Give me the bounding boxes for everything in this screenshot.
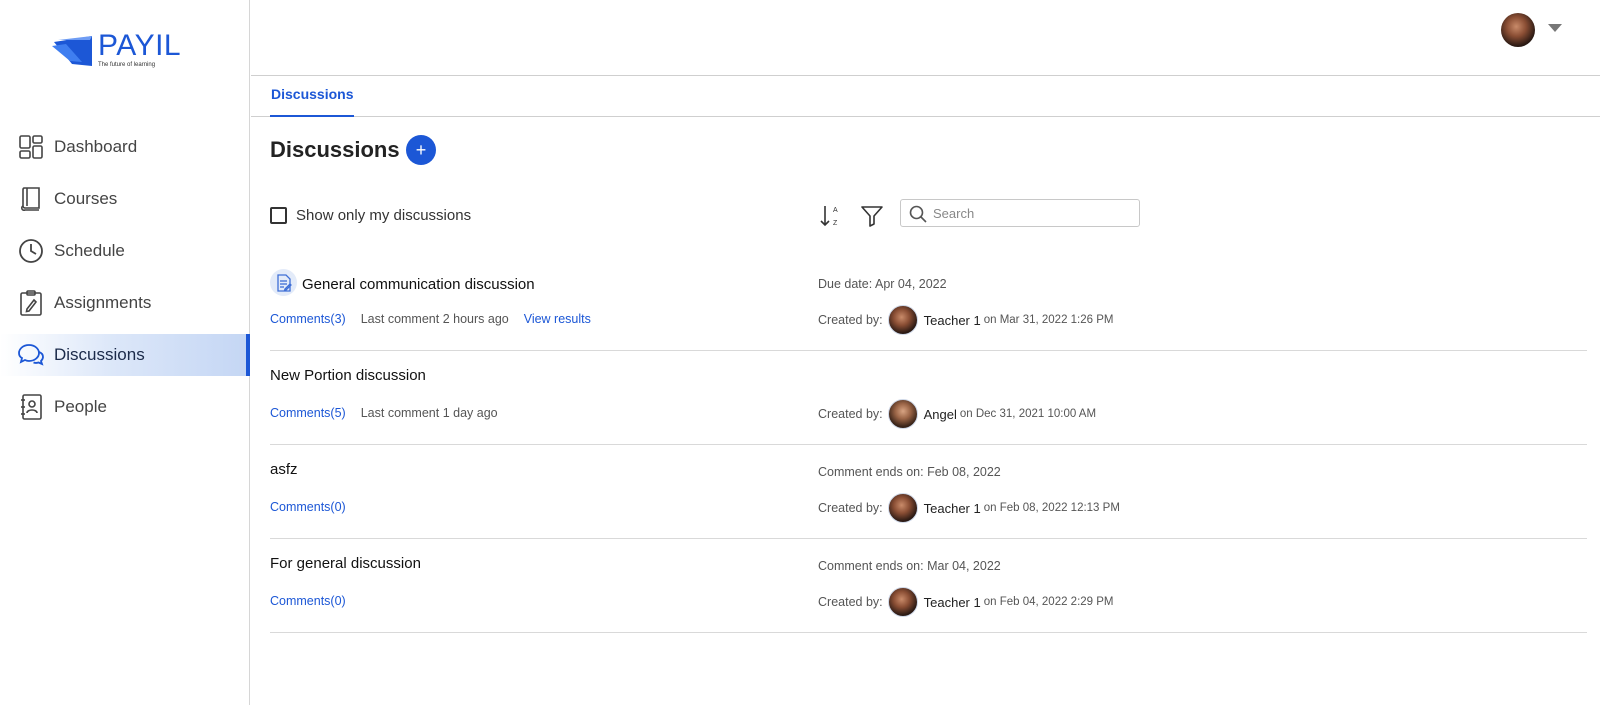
discussion-row[interactable]: General communication discussion Comment… xyxy=(270,257,1587,351)
search-icon xyxy=(909,205,927,223)
search-input[interactable] xyxy=(933,203,1133,223)
discussion-title-text: For general discussion xyxy=(270,555,421,572)
created-by: Created by: Angel on Dec 31, 2021 10:00 … xyxy=(818,399,1096,429)
top-bar xyxy=(251,0,1600,76)
creator-name: Teacher 1 xyxy=(923,312,981,328)
discussion-row[interactable]: asfz Comments(0) Comment ends on: Feb 08… xyxy=(270,445,1587,539)
creator-avatar xyxy=(887,305,918,335)
sidebar-item-discussions[interactable]: Discussions xyxy=(0,334,250,376)
discussion-list: General communication discussion Comment… xyxy=(270,257,1587,633)
comments-link[interactable]: Comments(0) xyxy=(270,500,346,514)
sidebar-item-label: People xyxy=(54,397,107,416)
view-results-link[interactable]: View results xyxy=(524,312,591,326)
sidebar-item-people[interactable]: People xyxy=(0,386,250,428)
created-by: Created by: Teacher 1 on Feb 08, 2022 12… xyxy=(818,493,1120,523)
show-my-discussions-checkbox[interactable] xyxy=(270,207,287,224)
logo-mark-icon xyxy=(52,36,92,66)
sidebar-item-label: Assignments xyxy=(54,293,152,312)
logo-text: PAYIL xyxy=(98,29,182,62)
sidebar-nav: Dashboard Courses Schedule Assignments D… xyxy=(0,126,250,438)
filter-bar: Show only my discussions A Z xyxy=(270,199,1590,229)
contact-book-icon xyxy=(16,392,46,422)
created-by: Created by: Teacher 1 on Feb 04, 2022 2:… xyxy=(818,587,1114,617)
sidebar-item-label: Discussions xyxy=(54,345,145,364)
created-on-text: on Dec 31, 2021 10:00 AM xyxy=(959,408,1097,420)
last-comment-text: Last comment 2 hours ago xyxy=(360,312,509,326)
discussion-title-text: asfz xyxy=(270,461,298,478)
chat-bubbles-icon xyxy=(16,340,46,370)
book-icon xyxy=(16,184,46,214)
sidebar-item-assignments[interactable]: Assignments xyxy=(0,282,250,324)
last-comment-text: Last comment 1 day ago xyxy=(360,406,498,420)
sidebar-item-schedule[interactable]: Schedule xyxy=(0,230,250,272)
discussion-meta: Comments(0) xyxy=(270,594,346,608)
creator-name: Teacher 1 xyxy=(923,500,981,516)
comment-ends-text: Comment ends on: Feb 08, 2022 xyxy=(818,465,1001,479)
comments-link[interactable]: Comments(0) xyxy=(270,594,346,608)
sort-az-icon[interactable]: A Z xyxy=(818,203,842,229)
creator-avatar xyxy=(887,493,918,523)
created-by-label: Created by: xyxy=(818,501,883,515)
created-by-label: Created by: xyxy=(818,595,883,609)
tab-discussions[interactable]: Discussions xyxy=(270,76,355,117)
discussion-title-text: General communication discussion xyxy=(302,276,535,293)
document-icon xyxy=(270,269,297,296)
comments-link[interactable]: Comments(3) xyxy=(270,312,346,326)
created-on-text: on Mar 31, 2022 1:26 PM xyxy=(983,314,1114,326)
discussion-row[interactable]: For general discussion Comments(0) Comme… xyxy=(270,539,1587,633)
add-discussion-button[interactable]: + xyxy=(406,135,436,165)
creator-avatar xyxy=(887,399,918,429)
svg-text:A: A xyxy=(833,207,838,214)
clock-icon xyxy=(16,236,46,266)
comments-link[interactable]: Comments(5) xyxy=(270,406,346,420)
sidebar-item-label: Schedule xyxy=(54,241,125,260)
created-on-text: on Feb 08, 2022 12:13 PM xyxy=(983,502,1120,514)
due-date-text: Due date: Apr 04, 2022 xyxy=(818,277,947,291)
discussion-title[interactable]: New Portion discussion xyxy=(270,367,426,384)
created-by: Created by: Teacher 1 on Mar 31, 2022 1:… xyxy=(818,305,1114,335)
sidebar-item-dashboard[interactable]: Dashboard xyxy=(0,126,250,168)
user-avatar[interactable] xyxy=(1501,13,1535,47)
dashboard-icon xyxy=(16,132,46,162)
discussion-title[interactable]: For general discussion xyxy=(270,555,421,572)
discussion-row[interactable]: New Portion discussion Comments(5) Last … xyxy=(270,351,1587,445)
caret-down-icon[interactable] xyxy=(1548,24,1562,32)
clipboard-icon xyxy=(16,288,46,318)
sidebar-item-label: Dashboard xyxy=(54,137,138,156)
created-by-label: Created by: xyxy=(818,313,883,327)
search-box[interactable] xyxy=(900,199,1140,227)
creator-name: Angel xyxy=(923,406,957,422)
sidebar-item-label: Courses xyxy=(54,189,118,208)
discussion-title[interactable]: General communication discussion xyxy=(270,269,535,296)
show-my-discussions-label: Show only my discussions xyxy=(296,207,472,224)
creator-name: Teacher 1 xyxy=(923,594,981,610)
sidebar-item-courses[interactable]: Courses xyxy=(0,178,250,220)
discussion-meta: Comments(5) Last comment 1 day ago xyxy=(270,406,498,420)
discussion-meta: Comments(0) xyxy=(270,500,346,514)
payil-logo[interactable]: PAYIL The future of learning xyxy=(52,28,202,76)
logo-tagline: The future of learning xyxy=(98,62,156,68)
app-root: PAYIL The future of learning Dashboard C… xyxy=(0,0,1600,705)
page-title: Discussions xyxy=(270,137,400,162)
discussion-title[interactable]: asfz xyxy=(270,461,298,478)
created-on-text: on Feb 04, 2022 2:29 PM xyxy=(983,596,1114,608)
filter-icon[interactable] xyxy=(860,205,884,227)
created-by-label: Created by: xyxy=(818,407,883,421)
svg-text:Z: Z xyxy=(833,220,838,227)
comment-ends-text: Comment ends on: Mar 04, 2022 xyxy=(818,559,1001,573)
creator-avatar xyxy=(887,587,918,617)
discussion-title-text: New Portion discussion xyxy=(270,367,426,384)
sidebar: PAYIL The future of learning Dashboard C… xyxy=(0,0,250,705)
tab-bar: Discussions xyxy=(251,76,1600,117)
discussion-meta: Comments(3) Last comment 2 hours ago Vie… xyxy=(270,312,591,326)
